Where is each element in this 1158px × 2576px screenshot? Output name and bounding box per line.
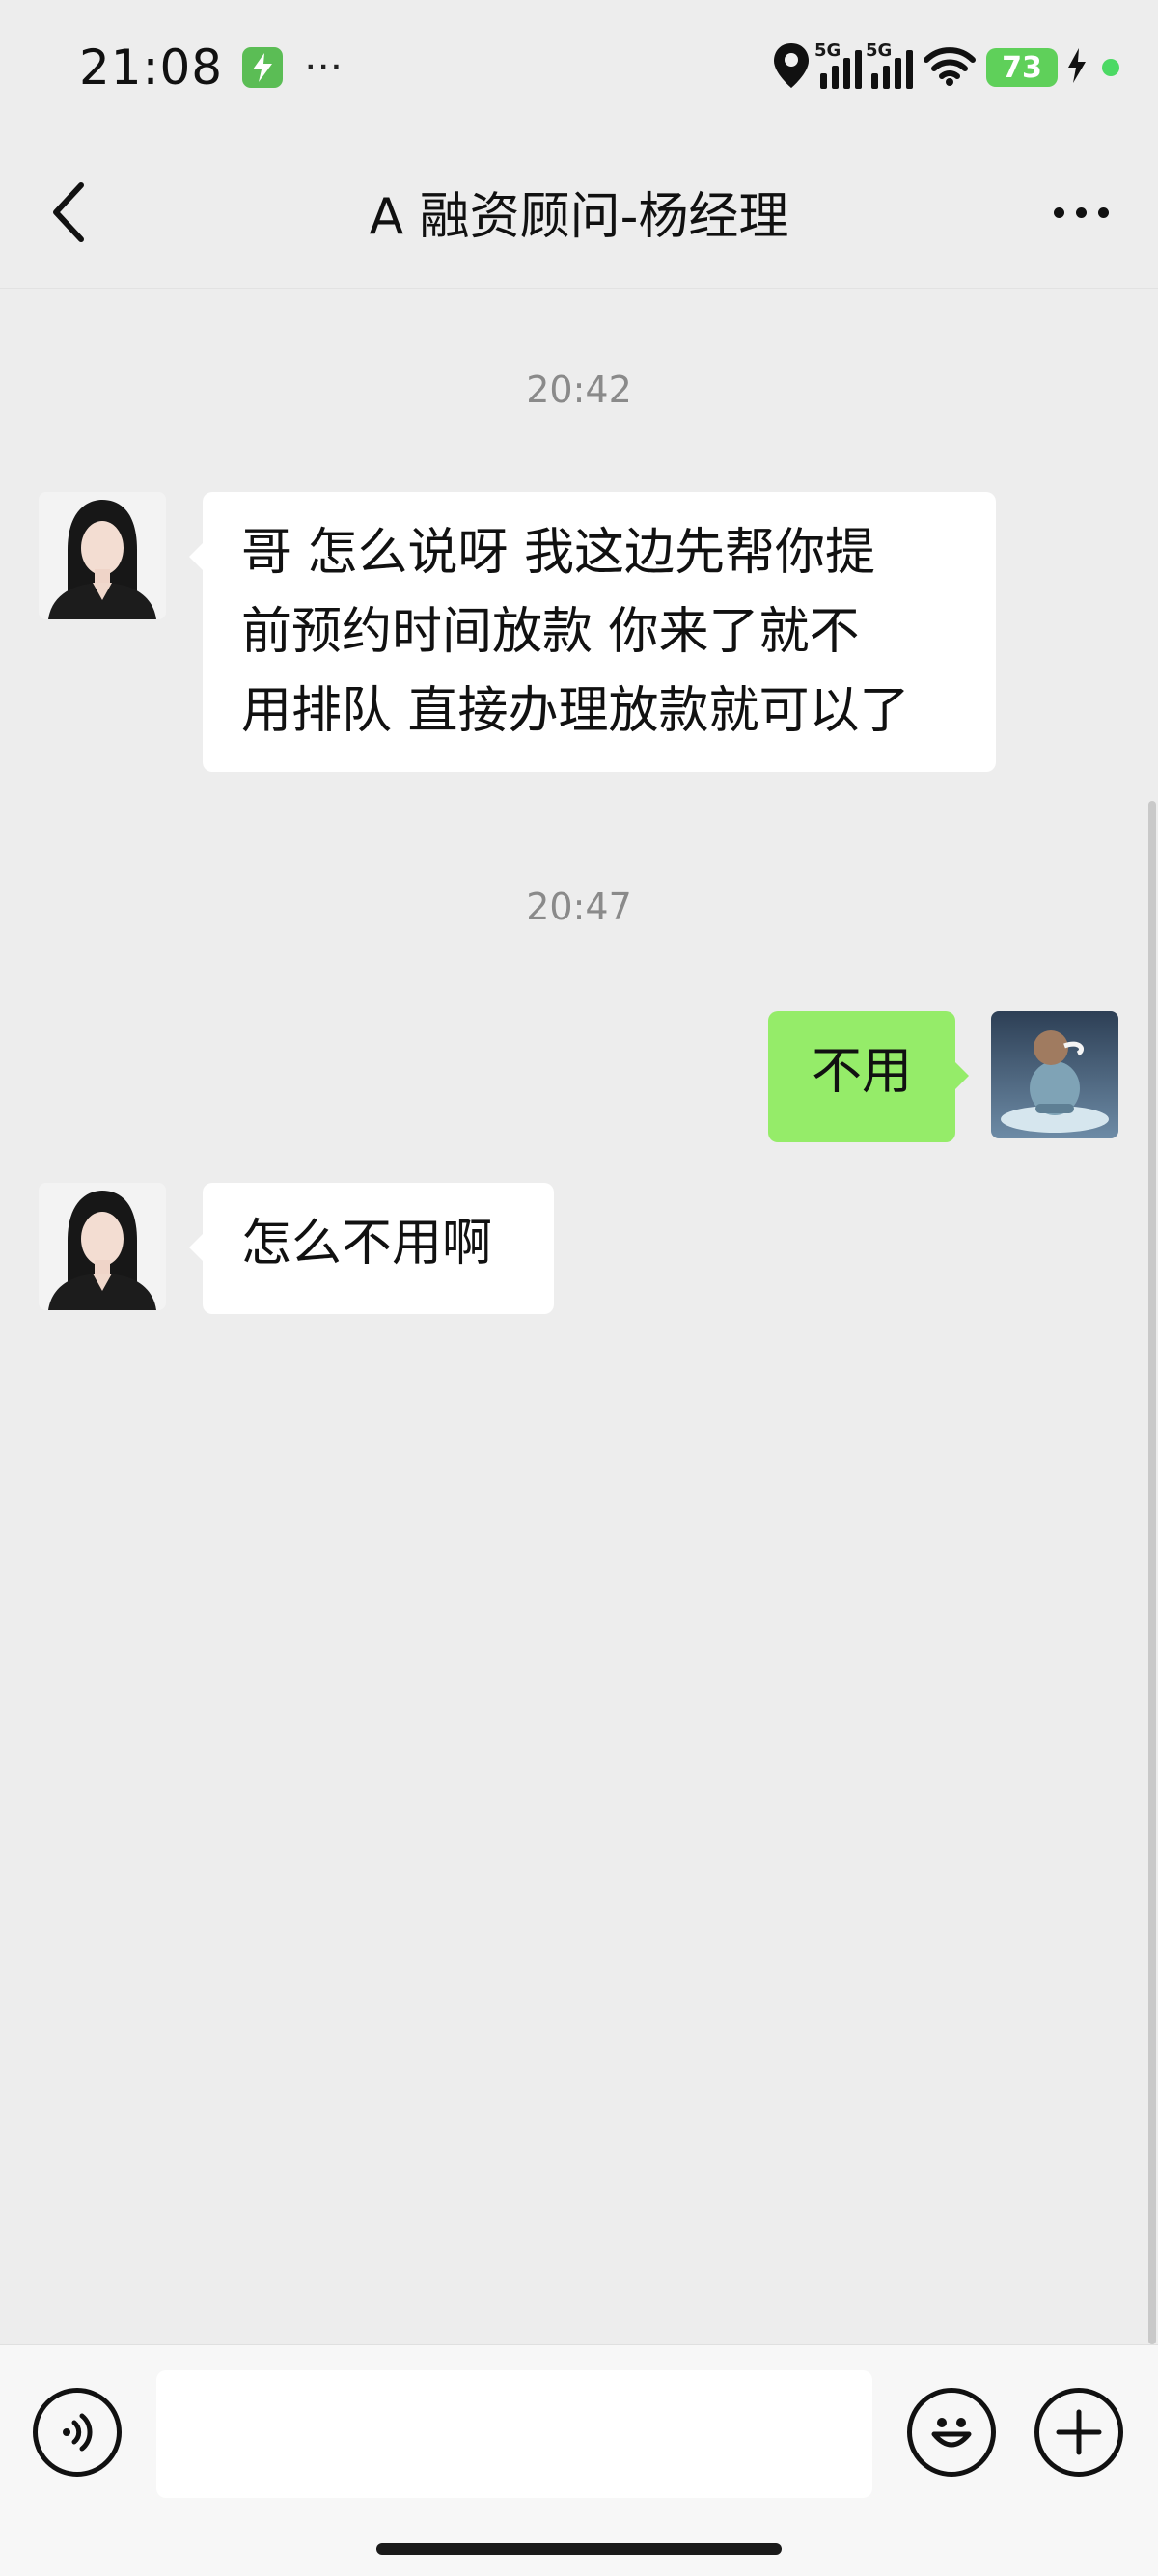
message-bubble-incoming[interactable]: 哥 怎么说呀 我这边先帮你提 前预约时间放款 你来了就不 用排队 直接办理放款就… bbox=[189, 492, 996, 772]
voice-button[interactable] bbox=[33, 2388, 122, 2477]
location-icon bbox=[772, 41, 811, 94]
chat-title: A 融资顾问-杨经理 bbox=[369, 188, 789, 246]
network-type-label: 5G bbox=[814, 41, 841, 61]
plus-button[interactable] bbox=[1034, 2388, 1123, 2477]
status-time: 21:08 bbox=[79, 40, 224, 96]
signal-icon: 5G bbox=[814, 41, 862, 89]
message-timestamp: 20:42 bbox=[526, 369, 632, 411]
back-button[interactable] bbox=[39, 176, 106, 249]
privacy-indicator-dot bbox=[1102, 59, 1119, 76]
message-line: 哥 怎么说呀 我这边先帮你提 bbox=[241, 524, 876, 582]
message-timestamp: 20:47 bbox=[526, 886, 632, 928]
more-dots-icon[interactable] bbox=[1042, 183, 1119, 241]
message-line: 用排队 直接办理放款就可以了 bbox=[241, 682, 910, 740]
home-indicator[interactable] bbox=[376, 2543, 782, 2555]
emoji-icon bbox=[931, 2418, 972, 2448]
message-text: 怎么不用啊 bbox=[241, 1215, 493, 1273]
voice-icon bbox=[63, 2413, 93, 2452]
woman-portrait-avatar[interactable] bbox=[39, 1183, 166, 1310]
chevron-left-icon bbox=[53, 182, 84, 242]
cartoon-avatar[interactable] bbox=[991, 1011, 1118, 1138]
battery-icon: 73 bbox=[986, 48, 1058, 87]
emoji-button[interactable] bbox=[907, 2388, 996, 2477]
plus-icon bbox=[1056, 2409, 1102, 2455]
message-bubble-outgoing[interactable]: 不用 bbox=[768, 1011, 969, 1142]
message-line: 前预约时间放款 你来了就不 bbox=[241, 603, 860, 661]
input-bar bbox=[0, 2344, 1158, 2576]
message-text: 不用 bbox=[811, 1043, 912, 1101]
message-input[interactable] bbox=[156, 2370, 872, 2498]
status-more-text: ··· bbox=[304, 43, 344, 91]
status-icons: 5G 5G 73 bbox=[772, 39, 1119, 96]
chat-header: A 融资顾问-杨经理 bbox=[0, 135, 1158, 289]
wifi-icon bbox=[923, 44, 977, 91]
scrollbar[interactable] bbox=[1148, 801, 1156, 2344]
signal-icon-2: 5G bbox=[866, 41, 913, 89]
charging-icon bbox=[1067, 48, 1087, 87]
lightning-app-icon bbox=[242, 47, 284, 88]
network-type-label-2: 5G bbox=[866, 41, 893, 61]
message-bubble-incoming[interactable]: 怎么不用啊 bbox=[189, 1183, 554, 1314]
woman-portrait-avatar[interactable] bbox=[39, 492, 166, 619]
status-bar: 21:08 ··· 5G 5G 73 bbox=[0, 0, 1158, 135]
